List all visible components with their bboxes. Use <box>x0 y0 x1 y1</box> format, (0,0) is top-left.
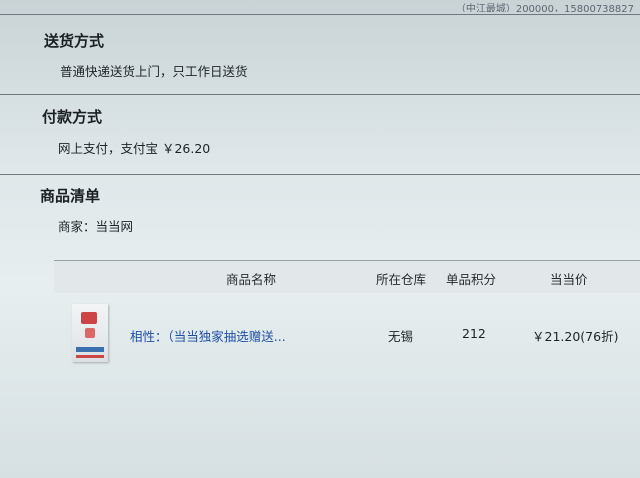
product-thumbnail[interactable] <box>72 304 108 362</box>
divider <box>0 14 640 15</box>
table-row: 相性：（当当独家抽选赠送... 无锡 212 ￥21.20(76折) <box>54 300 640 370</box>
delivery-method-text: 普通快递送货上门，只工作日送货 <box>60 64 248 79</box>
points-cell: 212 <box>462 326 486 341</box>
divider <box>0 94 640 95</box>
price-cell: ￥21.20(76折) <box>532 329 619 344</box>
merchant-text: 商家：当当网 <box>58 219 134 234</box>
delivery-section-title: 送货方式 <box>44 32 105 50</box>
column-header-warehouse: 所在仓库 <box>376 272 427 287</box>
payment-section-title: 付款方式 <box>42 108 103 126</box>
column-header-price: 当当价 <box>550 272 588 287</box>
order-confirmation-page: （中江最城）200000，15800738827 送货方式 普通快递送货上门，只… <box>0 0 640 478</box>
product-name-link[interactable]: 相性：（当当独家抽选赠送... <box>130 326 286 345</box>
divider <box>0 174 640 175</box>
warehouse-cell: 无锡 <box>388 329 414 344</box>
column-header-product-name: 商品名称 <box>226 272 277 287</box>
product-table-header: 商品名称 所在仓库 单品积分 当当价 <box>54 260 640 293</box>
payment-method-text: 网上支付，支付宝 ￥26.20 <box>58 141 211 156</box>
top-address-strip: （中江最城）200000，15800738827 <box>455 4 634 12</box>
column-header-points: 单品积分 <box>446 272 497 287</box>
products-section-title: 商品清单 <box>40 187 101 205</box>
